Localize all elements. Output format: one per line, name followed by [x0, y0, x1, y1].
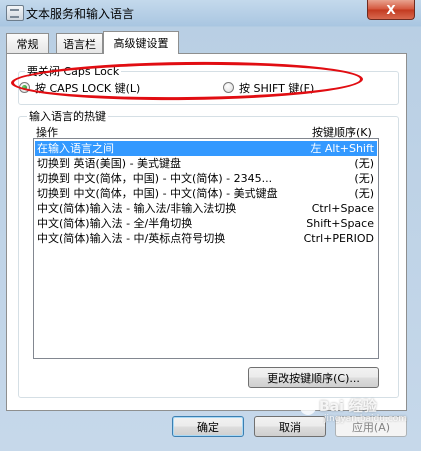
apply-label: 应用(A)	[351, 420, 391, 434]
row-action: 切换到 中文(简体，中国) - 中文(简体) - 2345...	[37, 172, 273, 185]
row-action: 切换到 中文(简体，中国) - 中文(简体) - 美式键盘	[37, 187, 278, 200]
table-row[interactable]: 切换到 中文(简体，中国) - 中文(简体) - 美式键盘 (无)	[35, 186, 377, 201]
row-action: 在输入语言之间	[37, 142, 114, 155]
caps-lock-group-title: 要关闭 Caps Lock	[25, 63, 122, 79]
row-action: 中文(简体)输入法 - 输入法/非输入法切换	[37, 202, 237, 215]
row-key: Ctrl+PERIOD	[303, 232, 374, 245]
row-action: 中文(简体)输入法 - 中/英标点符号切换	[37, 232, 226, 245]
tab-advanced-key-settings-label: 高级键设置	[113, 37, 169, 50]
caps-lock-key-radio[interactable]	[19, 82, 30, 93]
row-key: (无)	[354, 172, 374, 185]
caps-lock-key-label[interactable]: 按 CAPS LOCK 键(L)	[35, 80, 140, 96]
change-key-sequence-label: 更改按键顺序(C)...	[267, 371, 360, 385]
change-key-sequence-button[interactable]: 更改按键顺序(C)...	[248, 367, 379, 388]
hotkeys-group-title: 输入语言的热键	[27, 108, 108, 124]
row-action: 中文(简体)输入法 - 全/半角切换	[37, 217, 193, 230]
shift-key-radio[interactable]	[223, 82, 234, 93]
row-key: (无)	[354, 187, 374, 200]
tab-advanced-key-settings[interactable]: 高级键设置	[103, 31, 179, 54]
tab-language-bar-label: 语言栏	[63, 37, 96, 51]
tab-language-bar[interactable]: 语言栏	[56, 33, 103, 53]
row-action: 切换到 英语(美国) - 美式键盘	[37, 157, 182, 170]
title-bar[interactable]: 文本服务和输入语言 X	[0, 0, 421, 26]
table-row[interactable]: 在输入语言之间 左 Alt+Shift	[35, 141, 377, 156]
table-row[interactable]: 中文(简体)输入法 - 全/半角切换 Shift+Space	[35, 216, 377, 231]
table-row[interactable]: 中文(简体)输入法 - 输入法/非输入法切换 Ctrl+Space	[35, 201, 377, 216]
ok-button[interactable]: 确定	[172, 416, 244, 437]
close-button[interactable]: X	[367, 0, 415, 20]
window-title: 文本服务和输入语言	[26, 7, 135, 21]
row-key: 左 Alt+Shift	[310, 142, 374, 155]
table-row[interactable]: 中文(简体)输入法 - 中/英标点符号切换 Ctrl+PERIOD	[35, 231, 377, 246]
close-icon: X	[386, 2, 396, 17]
tab-general[interactable]: 常规	[6, 33, 49, 53]
apply-button[interactable]: 应用(A)	[335, 416, 407, 437]
cancel-label: 取消	[279, 420, 301, 434]
table-row[interactable]: 切换到 中文(简体，中国) - 中文(简体) - 2345... (无)	[35, 171, 377, 186]
app-keyboard-icon	[6, 5, 24, 21]
row-key: Ctrl+Space	[311, 202, 374, 215]
table-row[interactable]: 切换到 英语(美国) - 美式键盘 (无)	[35, 156, 377, 171]
hotkey-list[interactable]: 在输入语言之间 左 Alt+Shift 切换到 英语(美国) - 美式键盘 (无…	[33, 138, 379, 359]
ok-label: 确定	[197, 420, 219, 434]
cancel-button[interactable]: 取消	[254, 416, 326, 437]
row-key: Shift+Space	[306, 217, 374, 230]
shift-key-label[interactable]: 按 SHIFT 键(F)	[239, 80, 314, 96]
tab-general-label: 常规	[16, 37, 39, 51]
row-key: (无)	[354, 157, 374, 170]
